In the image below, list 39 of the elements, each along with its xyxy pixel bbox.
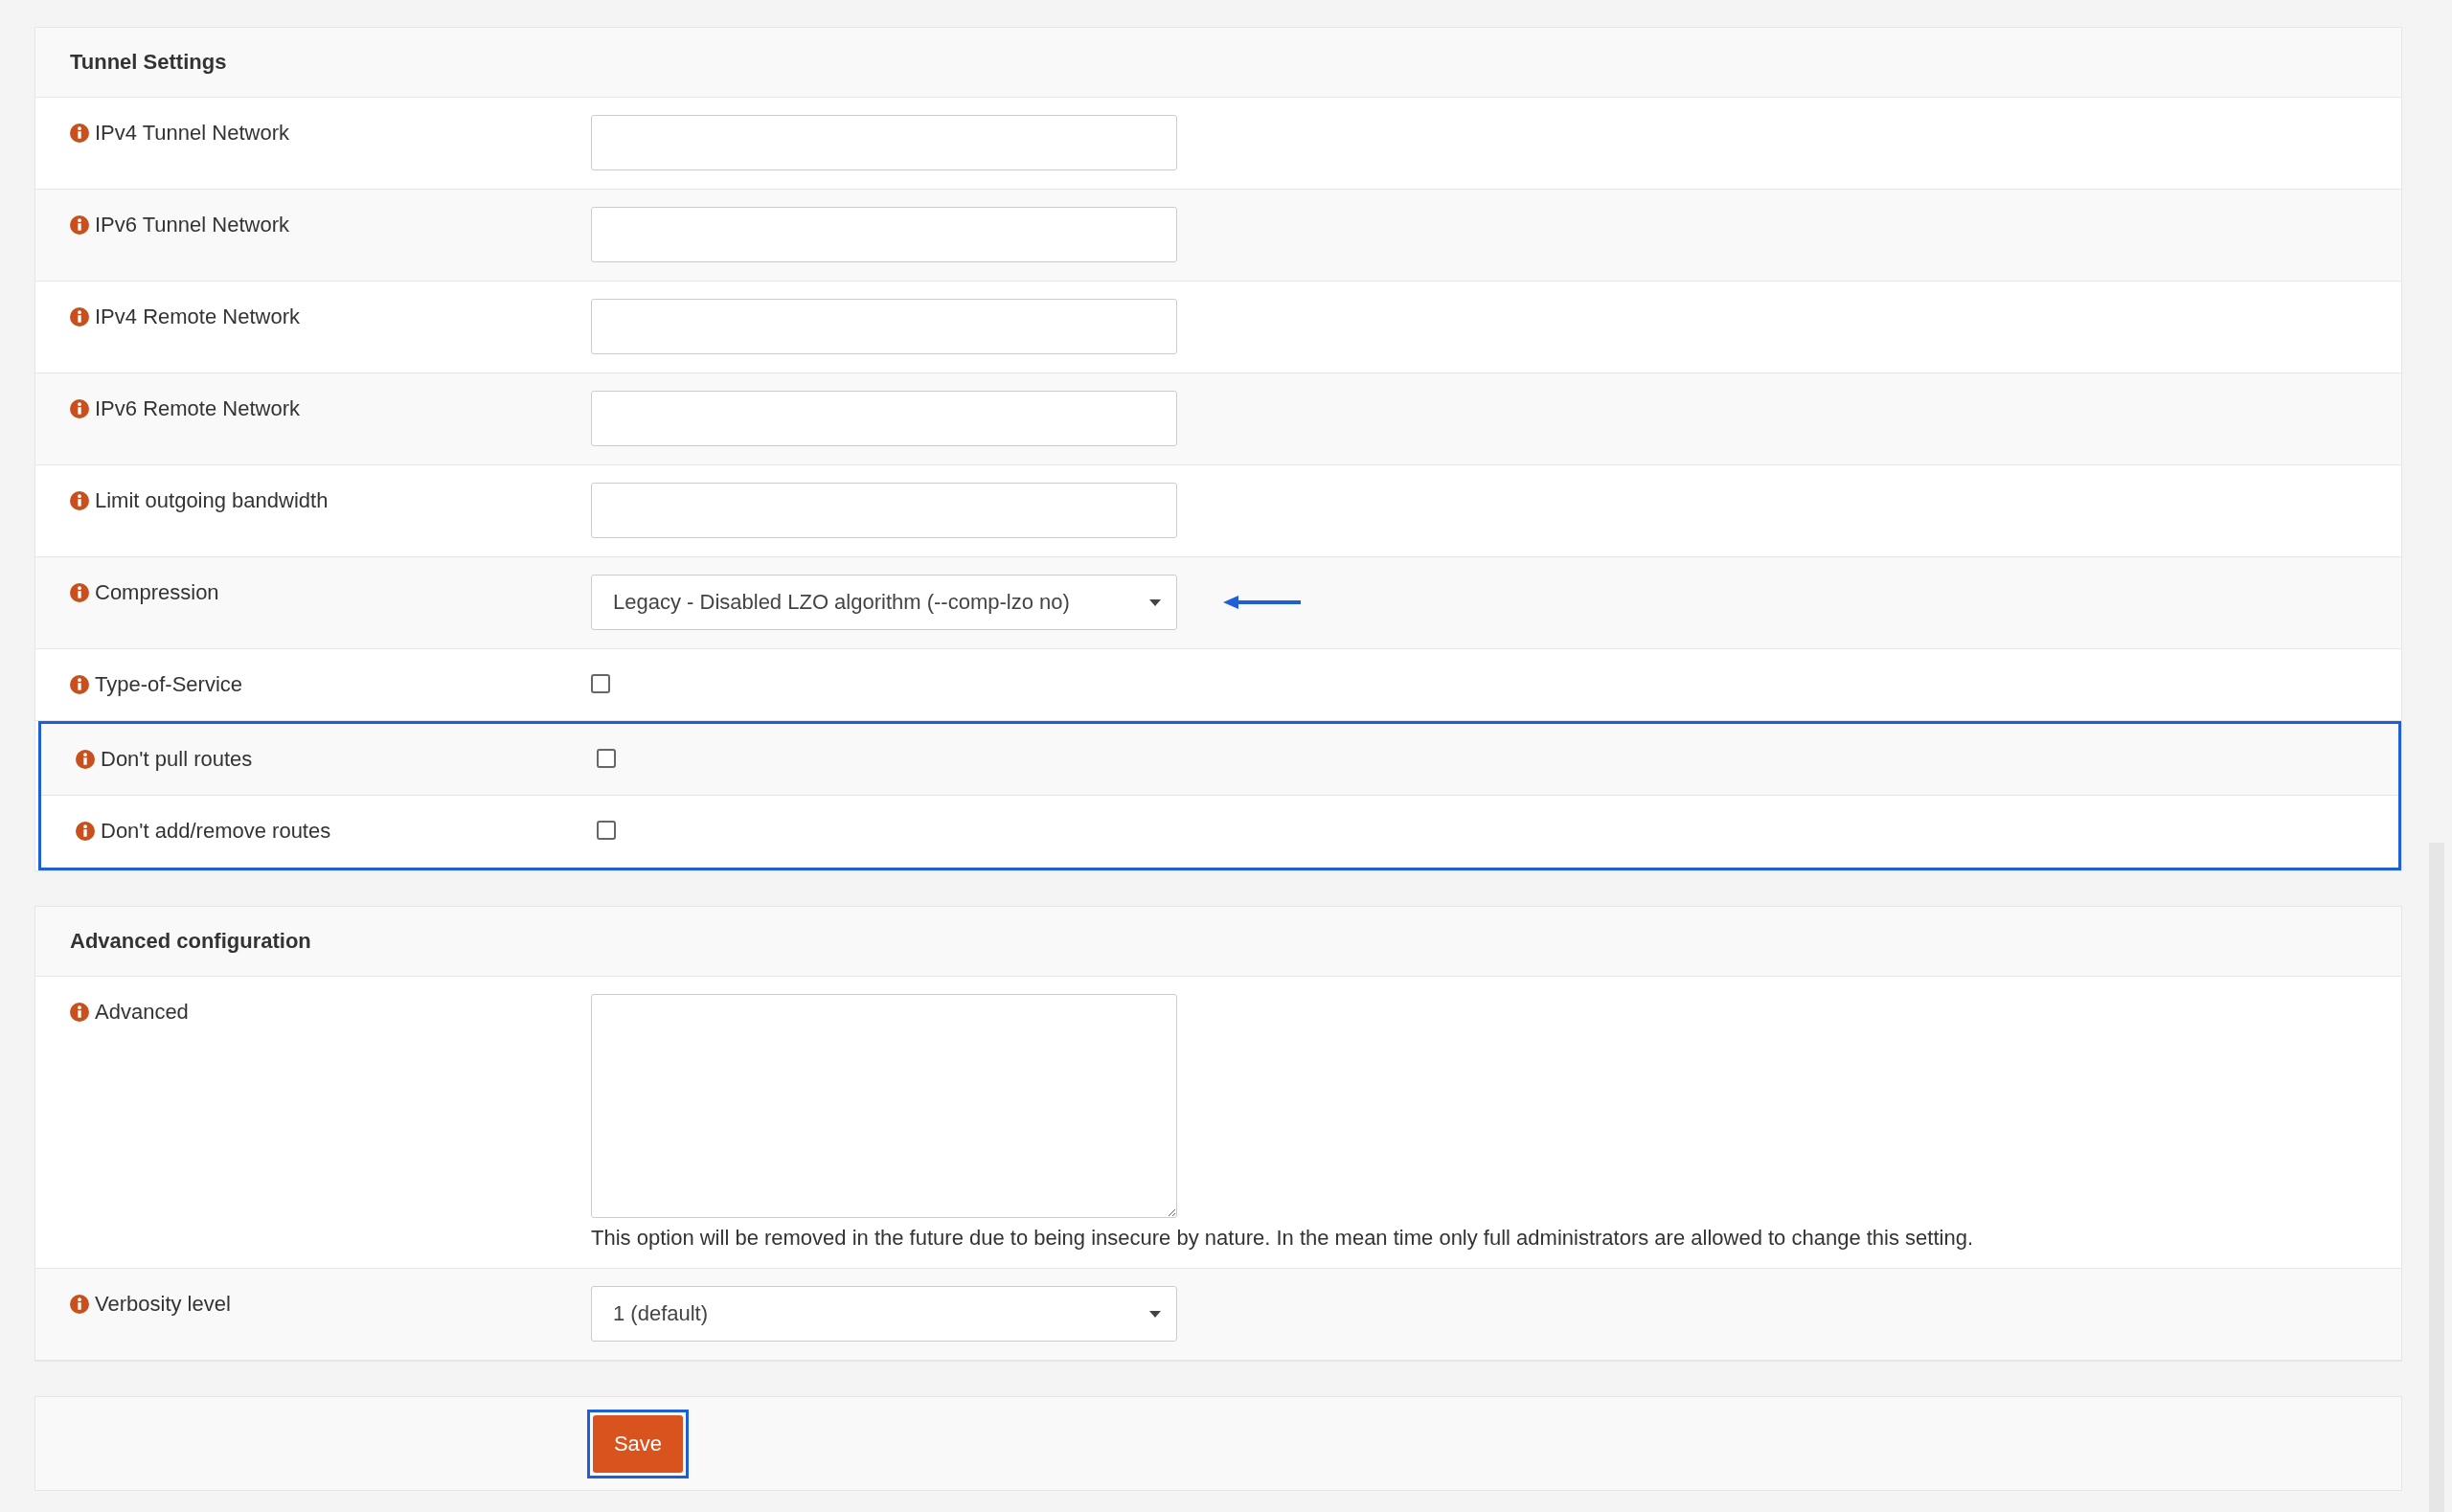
field-label: IPv6 Tunnel Network — [95, 213, 289, 237]
caret-icon — [1149, 1310, 1161, 1318]
field-label: IPv4 Remote Network — [95, 305, 300, 329]
field-label: IPv4 Tunnel Network — [95, 121, 289, 146]
info-icon[interactable] — [76, 822, 95, 841]
help-text: This option will be removed in the future due to being insecure by nature. In the mean time only full administrators are allowed to change this setting. — [591, 1226, 1974, 1251]
field-label: Verbosity level — [95, 1292, 231, 1317]
text-input[interactable] — [591, 207, 1177, 262]
field-label: IPv6 Remote Network — [95, 396, 300, 421]
field-label: Don't add/remove routes — [101, 819, 331, 844]
field-label: Type-of-Service — [95, 672, 243, 697]
info-icon[interactable] — [70, 1003, 89, 1022]
text-input[interactable] — [591, 391, 1177, 446]
info-icon[interactable] — [76, 750, 95, 769]
field-label: Advanced — [95, 1000, 189, 1025]
info-icon[interactable] — [70, 399, 89, 418]
info-icon[interactable] — [70, 583, 89, 602]
checkbox[interactable] — [597, 821, 616, 840]
info-icon[interactable] — [70, 215, 89, 235]
caret-icon — [1149, 598, 1161, 606]
info-icon[interactable] — [70, 675, 89, 694]
checkbox[interactable] — [591, 674, 610, 693]
text-input[interactable] — [591, 483, 1177, 538]
select-dropdown[interactable]: Legacy - Disabled LZO algorithm (--comp-lzo no) — [591, 575, 1177, 630]
text-input[interactable] — [591, 115, 1177, 170]
section-title: Tunnel Settings — [70, 50, 227, 75]
save-button[interactable]: Save — [593, 1414, 683, 1473]
info-icon[interactable] — [70, 307, 89, 327]
info-icon[interactable] — [70, 1295, 89, 1314]
info-icon[interactable] — [70, 124, 89, 143]
info-icon[interactable] — [70, 491, 89, 510]
checkbox[interactable] — [597, 749, 616, 768]
text-input[interactable] — [591, 299, 1177, 354]
textarea-field[interactable] — [591, 994, 1177, 1218]
select-dropdown[interactable]: 1 (default) — [591, 1286, 1177, 1342]
field-label: Don't pull routes — [101, 747, 253, 772]
field-label: Compression — [95, 580, 219, 605]
section-title: Advanced configuration — [70, 929, 311, 954]
field-label: Limit outgoing bandwidth — [95, 488, 329, 513]
